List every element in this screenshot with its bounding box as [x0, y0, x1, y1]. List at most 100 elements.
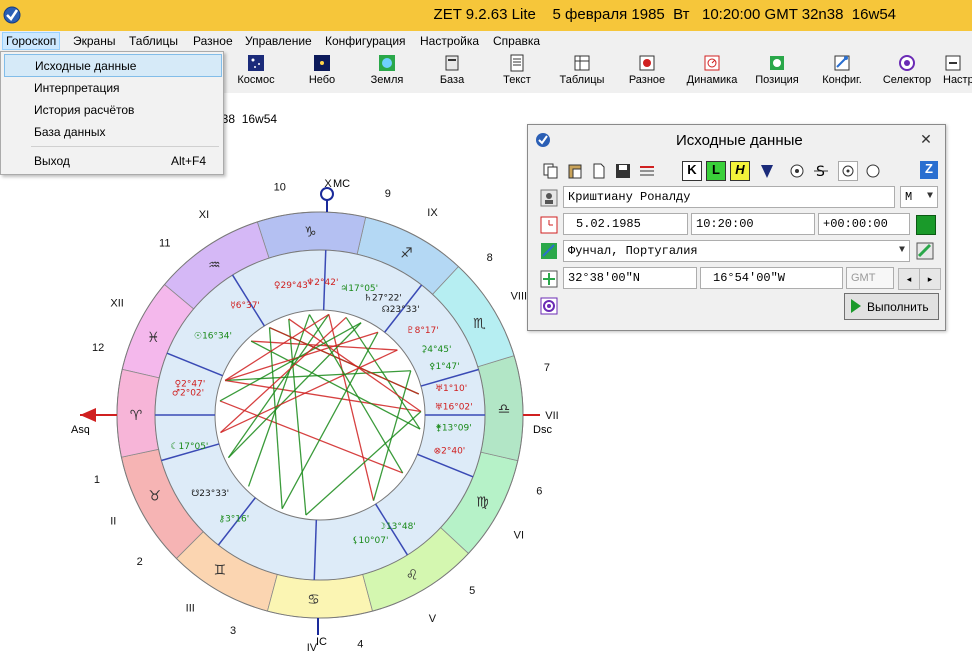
sign-glyph: ♌ [406, 567, 419, 583]
save-icon[interactable] [614, 162, 632, 180]
panel-title-bar[interactable]: Исходные данные ✕ [528, 125, 945, 155]
horoscope-dropdown-menu: Исходные данные Интерпретация История ра… [0, 51, 224, 175]
chevron-down-icon: ▼ [926, 191, 933, 202]
app-logo-icon [536, 133, 550, 147]
copy-icon[interactable] [542, 162, 560, 180]
play-icon [851, 299, 861, 313]
sign-glyph: ♓ [147, 330, 160, 346]
planet-label[interactable]: ⚷3°16' [218, 515, 249, 525]
sign-glyph: ♐ [400, 246, 413, 262]
new-document-icon[interactable] [590, 162, 608, 180]
planet-label[interactable]: ♇8°17' [407, 326, 439, 336]
place-select[interactable]: Фунчал, Португалия ▼ [563, 240, 910, 262]
menu-item-interpretation[interactable]: Интерпретация [4, 77, 220, 98]
latitude-input[interactable]: 32°38'00"N [563, 267, 697, 289]
menu-item-history[interactable]: История расчётов [4, 99, 220, 120]
house-roman-number: XII [110, 298, 123, 310]
close-button[interactable]: ✕ [915, 130, 937, 148]
clock-icon [540, 216, 558, 234]
house-number: 10 [274, 182, 286, 194]
coordinates-icon [540, 270, 558, 288]
l-button[interactable]: L [706, 161, 726, 181]
menu-item-exit[interactable]: Выход Alt+F4 [4, 150, 220, 171]
sign-glyph: ♒ [208, 257, 221, 273]
planet-label[interactable]: ♆2°42' [306, 278, 338, 288]
planet-label[interactable]: ♀29°43' [274, 281, 310, 291]
planet-label[interactable]: ☿6°37' [230, 301, 260, 311]
shield-icon[interactable] [758, 162, 776, 180]
planet-label[interactable]: ☉16°34' [194, 331, 232, 341]
planet-label[interactable]: ⚳4°45' [421, 345, 452, 355]
house-number: 4 [357, 638, 363, 650]
zone-input[interactable]: GMT [846, 267, 894, 289]
target-icon[interactable] [540, 297, 558, 315]
ic-label: IC [316, 636, 327, 648]
planet-label[interactable]: ♅1°10' [435, 384, 467, 394]
sign-glyph: ♑ [304, 224, 317, 240]
house-roman-number: VII [545, 410, 558, 422]
menu-separator [31, 146, 219, 147]
menu-item-input-data[interactable]: Исходные данные [4, 54, 222, 77]
radio-empty-icon[interactable] [864, 162, 882, 180]
planet-label[interactable]: ☽13°48' [378, 522, 416, 532]
planet-label[interactable]: ⚵13°09' [435, 424, 471, 434]
name-input[interactable]: Криштиану Роналду [563, 186, 895, 208]
sign-segment [266, 573, 374, 619]
dst-indicator[interactable] [916, 215, 936, 235]
sign-glyph: ♎ [498, 402, 511, 418]
sign-glyph: ♏ [473, 316, 486, 332]
atlas-icon[interactable] [916, 242, 934, 260]
radio-off-icon[interactable] [788, 162, 806, 180]
sign-glyph: ♊ [214, 562, 227, 578]
house-roman-number: IX [427, 207, 438, 219]
house-roman-number: VI [514, 529, 524, 541]
paste-icon[interactable] [566, 162, 584, 180]
house-roman-number: VIII [511, 291, 528, 303]
map-icon [541, 243, 557, 259]
planet-label[interactable]: ☊23°33' [382, 305, 420, 315]
planet-label[interactable]: ⚴1°47' [429, 362, 460, 372]
planet-label[interactable]: ♃17°05' [340, 284, 378, 294]
execute-button[interactable]: Выполнить [844, 293, 939, 320]
longitude-input[interactable]: 16°54'00"W [700, 267, 843, 289]
planet-label[interactable]: ♅16°02' [435, 403, 473, 413]
house-roman-number: XI [199, 209, 209, 221]
house-number: 12 [92, 342, 104, 354]
timezone-offset-input[interactable]: +00:00:00 [818, 213, 910, 235]
menu-item-database[interactable]: База данных [4, 121, 220, 142]
house-roman-number: III [186, 602, 195, 614]
house-number: 2 [137, 556, 143, 568]
z-button[interactable]: Z [920, 161, 938, 179]
chevron-left-icon[interactable]: ◂ [898, 268, 920, 290]
planet-label[interactable]: ♂2°02' [172, 389, 204, 399]
time-input[interactable]: 10:20:00 [691, 213, 815, 235]
input-data-panel: Исходные данные ✕ K L H S Z Криштиану Ро… [527, 124, 946, 331]
sign-glyph: ♈ [130, 408, 143, 424]
house-roman-number: II [110, 515, 116, 527]
asc-arrow-icon [80, 408, 96, 422]
planet-label[interactable]: ☾17°05' [170, 442, 208, 452]
list-icon[interactable] [638, 162, 656, 180]
panel-title: Исходные данные [676, 132, 803, 149]
sign-glyph: ♍ [476, 494, 489, 510]
planet-label[interactable]: ♀2°47' [175, 380, 206, 390]
k-button[interactable]: K [682, 161, 702, 181]
strike-s-icon[interactable]: S [812, 162, 830, 180]
gender-select[interactable]: М ▼ [900, 186, 938, 208]
planet-label[interactable]: ☋23°33' [191, 489, 229, 499]
chevron-right-icon[interactable]: ▸ [919, 268, 941, 290]
planet-label[interactable]: ⚸10°07' [352, 536, 388, 546]
house-number: 1 [94, 474, 100, 486]
date-input[interactable]: 5.02.1985 [563, 213, 688, 235]
chevron-down-icon: ▼ [898, 245, 905, 256]
planet-label[interactable]: ♄27°22' [364, 294, 402, 304]
asc-label: Asc [71, 424, 90, 436]
house-roman-number: V [429, 613, 437, 625]
house-number: 11 [159, 238, 170, 250]
mc-circle-icon [320, 187, 334, 201]
sign-glyph: ♋ [307, 592, 320, 608]
house-number: 6 [536, 486, 542, 498]
h-button[interactable]: H [730, 161, 750, 181]
planet-label[interactable]: ⊗2°40' [434, 447, 466, 457]
radio-selected-icon[interactable] [838, 161, 858, 181]
